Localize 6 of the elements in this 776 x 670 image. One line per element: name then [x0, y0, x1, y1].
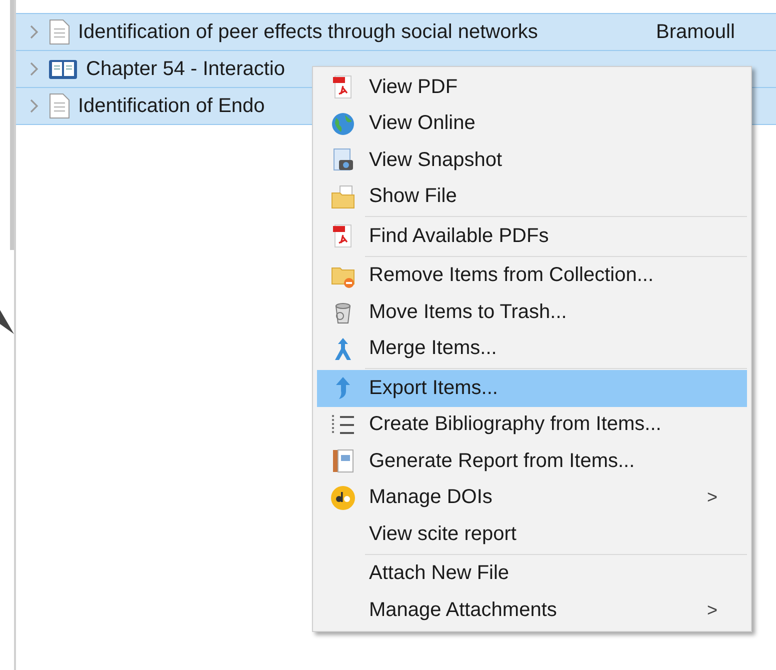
item-title: Identification of peer effects through social networks: [78, 20, 539, 44]
item-title: Chapter 54 - Interactio: [86, 58, 286, 80]
item-creator: Bramoull: [656, 20, 735, 44]
submenu-arrow: >: [707, 600, 719, 621]
submenu-arrow: >: [707, 487, 719, 508]
item-title: Identification of Endo: [78, 94, 266, 118]
